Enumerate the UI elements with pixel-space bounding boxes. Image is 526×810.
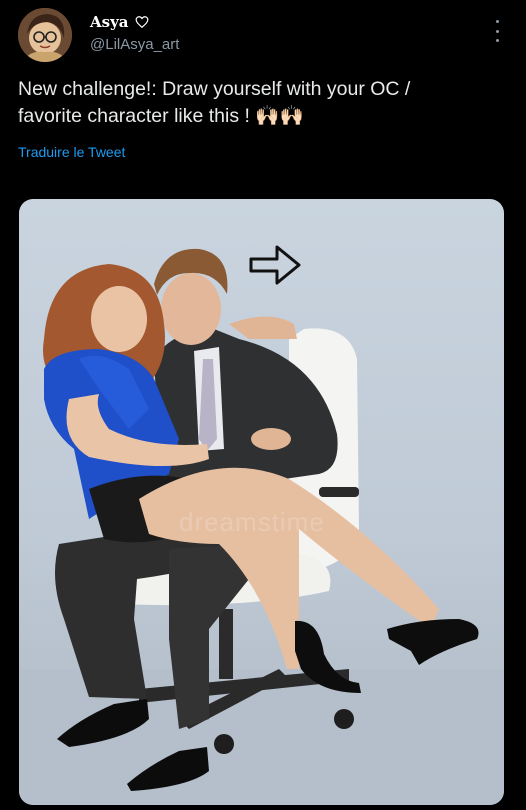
more-vertical-icon[interactable] bbox=[494, 20, 500, 42]
author-handle[interactable]: @LilAsya_art bbox=[90, 36, 179, 53]
author-avatar[interactable] bbox=[18, 8, 72, 62]
arrow-right-outline-icon bbox=[249, 245, 301, 285]
translate-tweet-link[interactable]: Traduire le Tweet bbox=[18, 144, 125, 160]
tweet: Asya @LilAsya_art New challenge!: Draw y… bbox=[0, 0, 526, 810]
media-watermark: dreamstime bbox=[179, 507, 325, 537]
tweet-media-image[interactable]: dreamstime bbox=[19, 199, 504, 805]
heart-outline-icon bbox=[135, 16, 148, 29]
avatar-illustration bbox=[18, 8, 72, 62]
tweet-text: New challenge!: Draw yourself with your … bbox=[18, 78, 411, 127]
author-display-name[interactable]: Asya bbox=[90, 13, 129, 31]
author-name-row: Asya bbox=[90, 13, 149, 31]
media-photo bbox=[19, 245, 504, 805]
